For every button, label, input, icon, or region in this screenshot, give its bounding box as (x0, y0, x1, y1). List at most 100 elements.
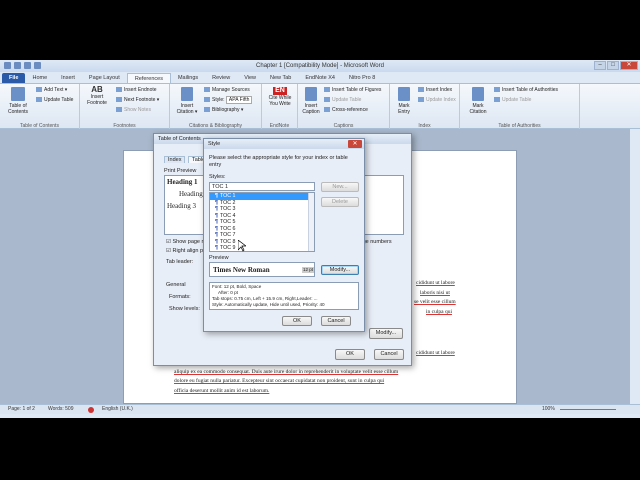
ribbon-tabs: File Home Insert Page Layout References … (0, 72, 640, 83)
bibliography-button[interactable]: Bibliography ▾ (204, 107, 243, 113)
delete-style-button[interactable]: Delete (321, 197, 359, 207)
tab-nitro[interactable]: Nitro Pro 8 (342, 73, 382, 83)
toc-icon (11, 87, 25, 101)
insert-index-button[interactable]: Insert Index (418, 87, 452, 93)
mouse-cursor-icon (238, 240, 246, 252)
tab-file[interactable]: File (2, 73, 26, 83)
mark-citation-button[interactable]: Mark Citation (466, 87, 490, 115)
update-table-button[interactable]: Update Table (36, 97, 73, 103)
proofing-icon[interactable] (88, 407, 94, 413)
page-count[interactable]: Page: 1 of 2 (8, 405, 35, 414)
style-cancel-button[interactable]: Cancel (321, 316, 351, 326)
document-text-line: cididunt ut labore (416, 350, 455, 356)
toc-modify-button[interactable]: Modify... (369, 328, 403, 339)
word-logo-icon[interactable] (4, 62, 11, 69)
footnote-icon: AB (91, 85, 103, 94)
group-endnote: EN Cite While You Write EndNote (262, 84, 298, 130)
styles-list-scrollbar[interactable] (308, 193, 314, 251)
cite-while-you-write-button[interactable]: EN Cite While You Write (265, 87, 295, 107)
save-icon[interactable] (14, 62, 21, 69)
style-dialog: Style ✕ Please select the appropriate sty… (203, 138, 365, 332)
toc-ok-button[interactable]: OK (335, 349, 365, 360)
print-preview-label: Print Preview (164, 168, 197, 174)
group-citations: Insert Citation ▾ Manage Sources Style: … (170, 84, 262, 130)
next-footnote-button[interactable]: Next Footnote ▾ (116, 97, 159, 103)
new-style-button[interactable]: New... (321, 182, 359, 192)
formats-label: Formats: (169, 294, 191, 300)
update-index-button[interactable]: Update Index (418, 97, 456, 103)
styles-list[interactable]: ¶ TOC 1 ¶ TOC 2 ¶ TOC 3 ¶ TOC 4 ¶ TOC 5 ¶ TOC … (209, 192, 315, 252)
preview-label: Preview (209, 255, 229, 261)
tab-view[interactable]: View (237, 73, 263, 83)
manage-sources-button[interactable]: Manage Sources (204, 87, 250, 93)
preview-size: 12 pt (301, 267, 314, 273)
document-text-line: cididunt ut labore (416, 280, 455, 286)
maximize-button[interactable]: □ (607, 61, 619, 70)
group-footnotes: AB Insert Footnote Insert Endnote Next F… (80, 84, 170, 130)
mark-entry-icon (398, 87, 410, 101)
endnote-icon (116, 87, 122, 93)
zoom-level[interactable]: 100% (542, 405, 555, 414)
show-page-numbers-checkbox[interactable]: ☑ Show page n (166, 239, 205, 245)
toc-cancel-button[interactable]: Cancel (374, 349, 404, 360)
word-count[interactable]: Words: 509 (48, 405, 73, 414)
insert-footnote-button[interactable]: AB Insert Footnote (86, 85, 108, 107)
refresh-icon (494, 97, 500, 103)
window-title: Chapter 1 [Compatibility Mode] - Microso… (256, 63, 384, 69)
tab-mailings[interactable]: Mailings (171, 73, 205, 83)
redo-icon[interactable] (34, 62, 41, 69)
update-figures-table-button[interactable]: Update Table (324, 97, 361, 103)
tab-new-tab[interactable]: New Tab (263, 73, 298, 83)
insert-caption-button[interactable]: Insert Caption (300, 87, 322, 115)
status-bar: Page: 1 of 2 Words: 509 English (U.K.) 1… (0, 404, 640, 414)
language[interactable]: English (U.K.) (102, 405, 133, 414)
insert-table-of-authorities-button[interactable]: Insert Table of Authorities (494, 87, 558, 93)
quick-access-toolbar (4, 62, 41, 69)
tab-home[interactable]: Home (25, 73, 54, 83)
document-text-line: in culpa qui (426, 309, 452, 315)
web-preview-box (360, 175, 404, 235)
style-list-item[interactable]: ¶ TOC 9 (210, 245, 314, 251)
next-icon (116, 97, 122, 103)
close-button[interactable]: ✕ (620, 61, 638, 70)
minimize-button[interactable]: – (594, 61, 606, 70)
style-icon (204, 97, 210, 103)
update-authorities-button[interactable]: Update Table (494, 97, 531, 103)
description-line: Style: Automatically update, Hide until … (212, 302, 325, 307)
group-index: Mark Entry Insert Index Update Index Ind… (390, 84, 460, 130)
add-text-icon (36, 87, 42, 93)
mark-entry-button[interactable]: Mark Entry (394, 87, 414, 115)
right-align-checkbox[interactable]: ☑ Right align p (166, 248, 203, 254)
style-select[interactable]: Style: APA Fifth (204, 96, 253, 104)
style-name-input[interactable]: TOC 1 (209, 182, 315, 191)
group-captions: Insert Caption Insert Table of Figures U… (298, 84, 390, 130)
cross-reference-button[interactable]: Cross-reference (324, 107, 368, 113)
document-text-line: se velit esse cillum (414, 299, 456, 305)
tab-insert[interactable]: Insert (54, 73, 82, 83)
index-icon (418, 87, 424, 93)
zoom-slider[interactable] (560, 409, 616, 410)
document-text-line: dolore eu fugiat nulla pariatur. Excepte… (174, 378, 385, 384)
group-table-of-authorities: Mark Citation Insert Table of Authoritie… (460, 84, 580, 130)
undo-icon[interactable] (24, 62, 31, 69)
tab-review[interactable]: Review (205, 73, 237, 83)
tab-index[interactable]: Index (164, 156, 186, 163)
style-instruction: Please select the appropriate style for … (209, 155, 348, 168)
notes-icon (116, 107, 122, 113)
tab-endnote[interactable]: EndNote X4 (298, 73, 342, 83)
style-dialog-close-icon[interactable]: ✕ (348, 140, 362, 148)
show-notes-button[interactable]: Show Notes (116, 107, 151, 113)
style-modify-button[interactable]: Modify... (321, 265, 359, 275)
tab-page-layout[interactable]: Page Layout (82, 73, 127, 83)
table-of-contents-button[interactable]: Table of Contents (4, 87, 32, 115)
insert-endnote-button[interactable]: Insert Endnote (116, 87, 157, 93)
add-text-button[interactable]: Add Text ▾ (36, 87, 67, 93)
vertical-scrollbar[interactable] (630, 129, 640, 404)
tab-references[interactable]: References (126, 73, 171, 83)
style-preview-box: Times New Roman 12 pt (209, 262, 315, 277)
show-levels-label: Show levels: (169, 306, 200, 312)
insert-table-of-figures-button[interactable]: Insert Table of Figures (324, 87, 381, 93)
style-dialog-title: Style ✕ (204, 139, 364, 149)
style-ok-button[interactable]: OK (282, 316, 312, 326)
insert-citation-button[interactable]: Insert Citation ▾ (174, 87, 200, 115)
